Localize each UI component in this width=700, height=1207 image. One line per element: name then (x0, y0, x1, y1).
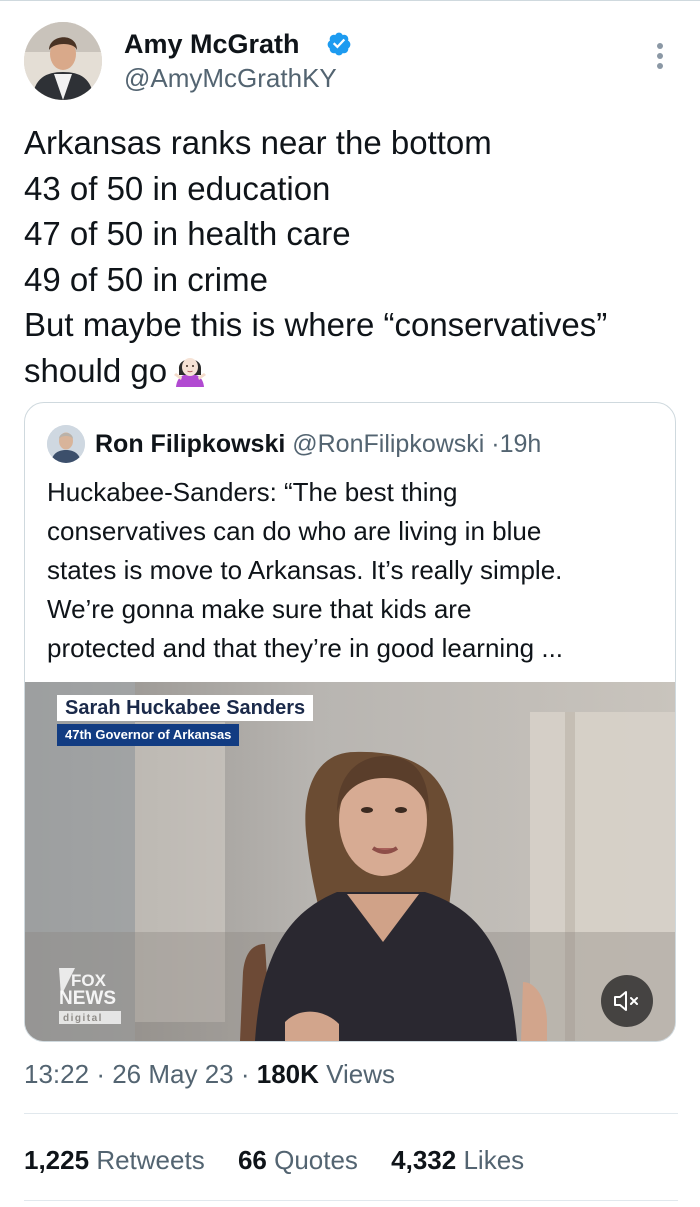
quotes-count: 66 (237, 1145, 267, 1175)
tweet-time[interactable]: 13:22 (24, 1059, 89, 1089)
tweet-text: Arkansas ranks near the bottom 43 of 50 … (24, 120, 684, 393)
author-name[interactable]: Amy McGrath (124, 28, 300, 60)
views-label: Views (326, 1059, 396, 1089)
tweet-line: Arkansas ranks near the bottom (24, 124, 492, 161)
likes-label: Likes (463, 1145, 525, 1175)
views-count: 180K (256, 1059, 319, 1089)
meta-separator: · (96, 1059, 105, 1089)
retweets-stat[interactable]: 1,225 Retweets (24, 1142, 205, 1178)
lower-third-name: Sarah Huckabee Sanders (57, 695, 314, 721)
quoted-line: conservatives can do who are living in b… (47, 516, 542, 546)
quoted-time[interactable]: 19h (500, 430, 542, 458)
tweet-line: 47 of 50 in health care (24, 215, 351, 252)
quoted-author-avatar[interactable] (47, 425, 85, 463)
quoted-author-name[interactable]: Ron Filipkowski (95, 430, 285, 458)
likes-stat[interactable]: 4,332 Likes (391, 1142, 524, 1178)
divider (24, 1113, 678, 1114)
quoted-header: Ron Filipkowski @RonFilipkowski ·19h (95, 427, 541, 461)
fox-news-logo-icon: FOX NEWS digital (59, 968, 121, 1024)
tweet-line-last: should go (24, 348, 684, 394)
quoted-tweet-text: Huckabee-Sanders: “The best thing conser… (47, 473, 659, 668)
retweets-label: Retweets (96, 1145, 205, 1175)
likes-count: 4,332 (391, 1145, 457, 1175)
tweet-line: 49 of 50 in crime (24, 260, 268, 298)
tweet-date[interactable]: 26 May 23 (112, 1059, 233, 1089)
svg-text:digital: digital (63, 1013, 103, 1024)
author-handle[interactable]: @AmyMcGrathKY (124, 62, 337, 94)
quoted-author-handle[interactable]: @RonFilipkowski (292, 430, 484, 458)
mute-toggle-button[interactable] (601, 975, 653, 1027)
retweets-count: 1,225 (24, 1145, 90, 1175)
top-border (0, 0, 700, 1)
quotes-stat[interactable]: 66 Quotes (238, 1142, 358, 1178)
quotes-label: Quotes (274, 1145, 358, 1175)
video-player[interactable]: Sarah Huckabee Sanders 47th Governor of … (25, 682, 675, 1041)
quoted-tweet-card[interactable]: Ron Filipkowski @RonFilipkowski ·19h Huc… (24, 402, 676, 1042)
meta-separator: · (240, 1059, 250, 1089)
quoted-separator: · (491, 430, 500, 458)
quoted-line: states is move to Arkansas. It’s really … (47, 555, 563, 585)
tweet-line: But maybe this is where “conservatives” (24, 306, 608, 343)
quoted-line: protected and that they’re in good learn… (47, 633, 564, 663)
author-avatar[interactable] (24, 22, 102, 100)
divider (24, 1200, 678, 1201)
speaker-muted-icon (614, 991, 638, 1011)
lower-third-title: 47th Governor of Arkansas (57, 724, 240, 746)
more-options-icon[interactable] (650, 40, 670, 72)
lower-third: Sarah Huckabee Sanders 47th Governor of … (57, 695, 314, 746)
quoted-line: We’re gonna make sure that kids are (47, 594, 472, 624)
verified-badge-icon (327, 32, 351, 56)
tweet-line: should go (24, 351, 168, 389)
quoted-line: Huckabee-Sanders: “The best thing (47, 477, 458, 507)
engagement-stats: 1,225 Retweets 66 Quotes 4,332 Likes (24, 1142, 550, 1178)
svg-text:NEWS: NEWS (59, 988, 116, 1009)
woman-shrugging-icon (174, 357, 207, 387)
tweet-timestamp: 13:22 · 26 May 23 · 180K Views (24, 1056, 395, 1092)
tweet-line: 43 of 50 in education (24, 169, 331, 207)
